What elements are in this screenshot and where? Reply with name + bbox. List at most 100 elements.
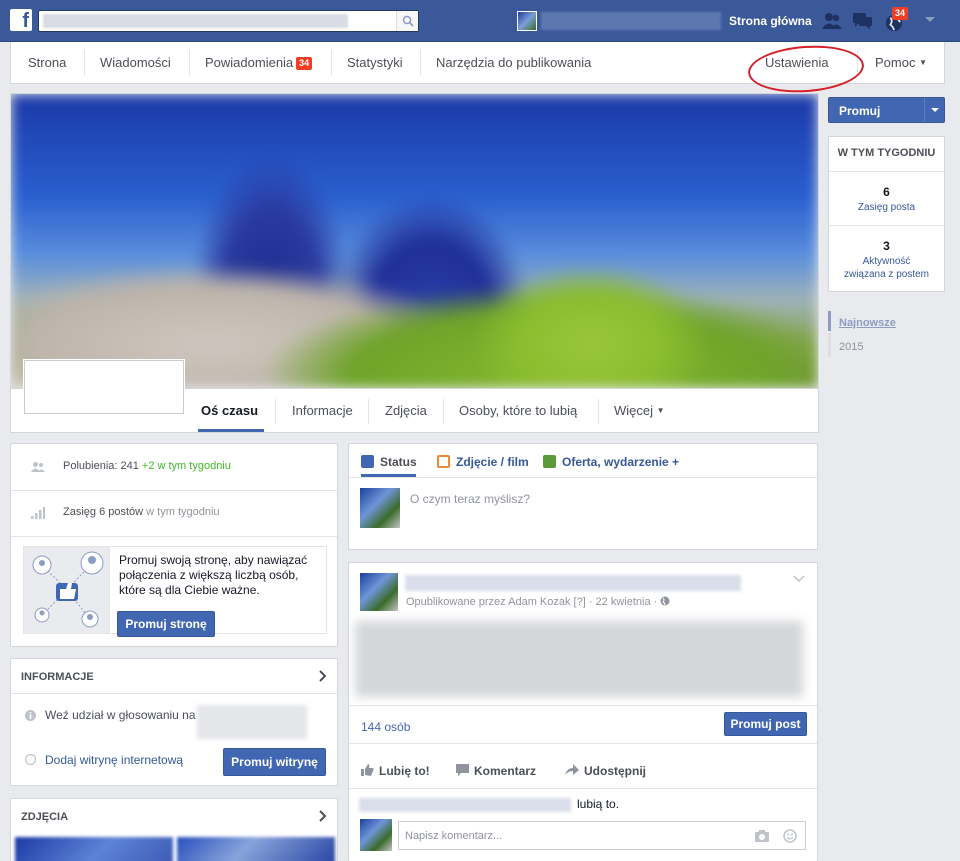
messages-icon[interactable] (853, 12, 873, 30)
nav-pomoc-label: Pomoc (875, 55, 916, 70)
likes-row[interactable]: Polubienia: 241 +2 w tym tygodniu (11, 444, 337, 490)
share-icon (565, 764, 579, 775)
tab-wiecej-label: Więcej (614, 403, 654, 418)
photo-thumbnail[interactable] (177, 837, 335, 861)
reach-row[interactable]: Zasięg 6 postów w tym tygodniu (11, 490, 337, 536)
promote-illustration (24, 547, 110, 633)
nav-pomoc[interactable]: Pomoc ▼ (875, 55, 927, 70)
timeline-newest-link[interactable]: Najnowsze (839, 317, 896, 329)
post-composer: Status Zdjęcie / film Oferta, wydarzenie… (348, 443, 818, 550)
thumbs-up-icon (361, 764, 374, 776)
share-button[interactable]: Udostępnij (565, 764, 646, 778)
user-name-redacted[interactable] (541, 12, 721, 30)
bar-chart-icon (31, 507, 45, 519)
globe-icon (25, 754, 36, 765)
likes-count: Polubienia: 241 (63, 460, 139, 472)
chevron-right-icon[interactable] (319, 670, 327, 682)
search-input[interactable] (38, 10, 419, 32)
tab-wiecej[interactable]: Więcej ▼ (614, 403, 665, 418)
tab-zdjecia[interactable]: Zdjęcia (385, 403, 427, 418)
reach-text: Zasięg 6 postów w tym tygodniu (63, 506, 220, 518)
home-link[interactable]: Strona główna (729, 14, 812, 28)
page-avatar (360, 488, 400, 528)
engagement-label-1[interactable]: Aktywność (829, 255, 944, 268)
user-avatar[interactable] (517, 11, 537, 31)
like-button[interactable]: Lubię to! (361, 764, 430, 778)
profile-picture[interactable] (24, 360, 184, 414)
cover-photo[interactable] (10, 93, 819, 389)
photo-thumbnail[interactable] (15, 837, 173, 861)
search-query-redacted (43, 14, 348, 28)
composer-tab-status[interactable]: Status (361, 455, 417, 469)
chevron-down-icon: ▼ (919, 58, 928, 67)
promote-page-box: Promuj swoją stronę, aby nawiązać połącz… (23, 546, 327, 637)
timeline-year-link[interactable]: 2015 (839, 341, 863, 353)
likes-suffix: lubią to. (577, 797, 620, 811)
timeline-marker (828, 333, 831, 357)
composer-tab-offer-label: Oferta, wydarzenie + (562, 455, 680, 469)
this-week-panel: W TYM TYGODNIU 6 Zasięg posta 3 Aktywnoś… (828, 136, 945, 292)
info-title[interactable]: INFORMACJE (21, 671, 94, 683)
like-network-icon (32, 551, 104, 628)
nav-narzedzia[interactable]: Narzędzia do publikowania (436, 55, 591, 70)
add-website-link[interactable]: Dodaj witrynę internetową (45, 753, 183, 767)
composer-tab-photo-label: Zdjęcie / film (456, 455, 529, 469)
promote-website-button[interactable]: Promuj witrynę (223, 748, 326, 776)
chevron-down-icon[interactable] (925, 17, 935, 22)
engagement-label-2[interactable]: związana z postem (829, 268, 944, 281)
nav-powiadomienia[interactable]: Powiadomienia 34 (205, 55, 313, 70)
chevron-down-icon[interactable] (793, 575, 805, 583)
post-author-redacted[interactable] (405, 575, 741, 591)
timeline-marker (828, 311, 831, 331)
facebook-logo[interactable]: f (10, 9, 32, 31)
share-label: Udostępnij (584, 764, 646, 778)
vote-target-redacted[interactable] (197, 705, 307, 739)
pencil-icon (361, 455, 374, 468)
photos-card: ZDJĘCIA (10, 798, 338, 861)
promote-post-button[interactable]: Promuj post (724, 712, 807, 736)
comment-icon (456, 764, 469, 776)
nav-statystyki[interactable]: Statystyki (347, 55, 403, 70)
info-card: INFORMACJE Weź udział w głosowaniu na Do… (10, 658, 338, 786)
tab-osoby[interactable]: Osoby, które to lubią (459, 403, 577, 418)
friends-icon[interactable] (822, 12, 842, 30)
post-meta: Opublikowane przez Adam Kozak [?] · 22 k… (406, 596, 670, 608)
chevron-right-icon[interactable] (319, 810, 327, 822)
nav-strona[interactable]: Strona (28, 55, 66, 70)
search-icon (402, 15, 414, 27)
page-avatar[interactable] (360, 573, 398, 611)
composer-tab-status-label: Status (380, 455, 417, 469)
nav-powiadomienia-label: Powiadomienia (205, 55, 294, 70)
nav-wiadomosci[interactable]: Wiadomości (100, 55, 171, 70)
tab-informacje[interactable]: Informacje (292, 403, 353, 418)
promote-page-button[interactable]: Promuj stronę (117, 611, 215, 637)
post-reach-label[interactable]: Zasięg posta (829, 201, 944, 214)
composer-tab-photo[interactable]: Zdjęcie / film (437, 455, 529, 469)
emoji-icon[interactable] (783, 829, 797, 843)
post-reach[interactable]: 144 osób (361, 720, 410, 734)
photos-title[interactable]: ZDJĘCIA (21, 811, 68, 823)
composer-tab-offer[interactable]: Oferta, wydarzenie + (543, 455, 679, 469)
chevron-down-icon: ▼ (656, 406, 665, 415)
globe-icon (660, 596, 670, 606)
top-bar: f Strona główna 34 (0, 0, 960, 42)
info-icon (25, 710, 36, 721)
post-content-redacted (355, 621, 803, 697)
status-input[interactable]: O czym teraz myślisz? (410, 492, 530, 506)
comment-input[interactable]: Napisz komentarz... (398, 821, 806, 850)
search-button[interactable] (396, 11, 418, 31)
promote-dropdown-button[interactable]: Promuj (828, 97, 945, 123)
active-tab-indicator (198, 429, 264, 432)
tab-timeline[interactable]: Oś czasu (201, 403, 258, 418)
comment-button[interactable]: Komentarz (456, 764, 536, 778)
people-icon (31, 462, 45, 472)
timeline-post: Opublikowane przez Adam Kozak [?] · 22 k… (348, 562, 818, 861)
likes-delta: +2 w tym tygodniu (141, 460, 231, 472)
likers-redacted[interactable] (359, 798, 571, 812)
page-avatar (360, 819, 392, 851)
camera-icon[interactable] (755, 830, 769, 842)
like-label: Lubię to! (379, 764, 430, 778)
offer-icon (543, 455, 556, 468)
notifications-badge: 34 (892, 7, 909, 20)
page-stats-card: Polubienia: 241 +2 w tym tygodniu Zasięg… (10, 443, 338, 647)
